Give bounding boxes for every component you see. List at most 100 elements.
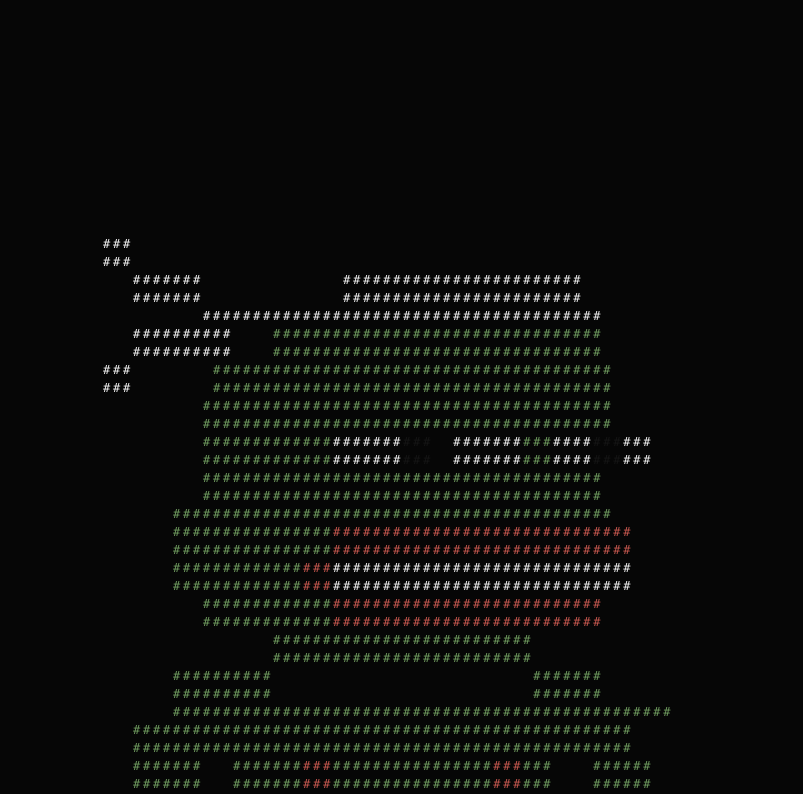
terminal-glyph-run: #######	[133, 273, 204, 287]
terminal-glyph-run: ###	[103, 381, 134, 395]
terminal-glyph-run: #################################	[273, 345, 604, 359]
terminal-line: ### ####################################…	[103, 361, 673, 379]
terminal-gap	[103, 525, 173, 539]
terminal-output: ### ### ####### ######################## …	[103, 235, 673, 793]
terminal-gap	[133, 381, 213, 395]
terminal-glyph-run: #######	[133, 291, 204, 305]
terminal-gap	[103, 399, 203, 413]
terminal-glyph-run: ########################################	[203, 471, 604, 485]
terminal-line: ########################################…	[103, 703, 673, 721]
terminal-glyph-run: ###	[523, 435, 554, 449]
terminal-line: ########################################	[103, 595, 673, 613]
terminal-gap	[103, 417, 203, 431]
terminal-glyph-run: #######	[533, 669, 604, 683]
terminal-line: ###	[103, 253, 673, 271]
terminal-gap	[433, 435, 453, 449]
terminal-line: ########################################…	[103, 397, 673, 415]
terminal-glyph-run: ########################################…	[173, 507, 614, 521]
terminal-glyph-run: ##########	[133, 345, 234, 359]
terminal-line: ########################################	[103, 613, 673, 631]
terminal-line: ########################################…	[103, 739, 673, 757]
terminal-glyph-run: ##############################	[333, 525, 634, 539]
terminal-gap	[103, 651, 273, 665]
terminal-line: ####### ################################…	[103, 775, 673, 793]
terminal-glyph-run: ########################################	[213, 363, 614, 377]
terminal-glyph-run: #######	[453, 435, 524, 449]
terminal-line: ########## #############################…	[103, 343, 673, 361]
terminal-line: ########## #######	[103, 667, 673, 685]
terminal-gap	[103, 723, 133, 737]
terminal-glyph-run: ##########	[133, 327, 234, 341]
terminal-glyph-run: ###	[623, 435, 654, 449]
terminal-glyph-run: ########################	[343, 291, 584, 305]
terminal-glyph-run: ###	[523, 759, 554, 773]
terminal-gap	[273, 669, 533, 683]
terminal-glyph-run: ####	[553, 453, 594, 467]
terminal-gap	[103, 597, 203, 611]
terminal-gap	[203, 291, 343, 305]
terminal-glyph-run: #######	[133, 759, 204, 773]
terminal-glyph-run: ##########################	[273, 651, 534, 665]
terminal-gap	[103, 705, 173, 719]
terminal-glyph-run: #######	[233, 777, 304, 791]
terminal-gap	[103, 327, 133, 341]
terminal-glyph-run: #######	[333, 453, 404, 467]
terminal-glyph-run: #############	[173, 579, 304, 593]
terminal-glyph-run: #############	[203, 597, 334, 611]
terminal-glyph-run: #############	[203, 453, 334, 467]
terminal-glyph-run: #######	[333, 435, 404, 449]
terminal-gap	[203, 273, 343, 287]
terminal-glyph-run: ######	[593, 777, 654, 791]
terminal-glyph-run: ##############################	[333, 561, 634, 575]
terminal-glyph-run: ##########################	[273, 633, 534, 647]
terminal-glyph-run: #############	[203, 615, 334, 629]
terminal-glyph-run: ########################################…	[203, 417, 614, 431]
terminal-glyph-run: #######	[533, 687, 604, 701]
terminal-line: ########################################…	[103, 523, 673, 541]
terminal-glyph-run: ########################################…	[203, 399, 614, 413]
terminal-line: ########################################	[103, 307, 673, 325]
terminal-glyph-run: ###	[403, 453, 434, 467]
terminal-glyph-run: ###	[103, 255, 134, 269]
terminal-glyph-run: ###	[303, 579, 334, 593]
terminal-gap	[103, 471, 203, 485]
terminal-line: ########################################…	[103, 559, 673, 577]
terminal-gap	[233, 327, 273, 341]
terminal-glyph-run: ###	[103, 237, 134, 251]
terminal-glyph-run: #################################	[273, 327, 604, 341]
terminal-gap	[103, 669, 173, 683]
terminal-line: ########## #############################…	[103, 325, 673, 343]
terminal-glyph-run: ###########################	[333, 597, 604, 611]
terminal-gap	[203, 759, 233, 773]
terminal-glyph-run: #############	[173, 561, 304, 575]
terminal-glyph-run: ####	[553, 435, 594, 449]
terminal-gap	[103, 273, 133, 287]
terminal-glyph-run: ###	[403, 435, 434, 449]
terminal-glyph-run: ###	[493, 759, 524, 773]
terminal-glyph-run: ###	[593, 453, 624, 467]
terminal-line: ####################### ################…	[103, 451, 673, 469]
terminal-gap	[103, 453, 203, 467]
terminal-line: ##########################	[103, 631, 673, 649]
terminal-line: ########## #######	[103, 685, 673, 703]
terminal-gap	[103, 687, 173, 701]
terminal-gap	[103, 435, 203, 449]
terminal-gap	[133, 363, 213, 377]
terminal-glyph-run: ########################################…	[133, 723, 634, 737]
terminal-glyph-run: #######	[233, 759, 304, 773]
terminal-gap	[203, 777, 233, 791]
terminal-line: ########################################…	[103, 541, 673, 559]
terminal-line: ########################################	[103, 487, 673, 505]
terminal-glyph-run: ########################################	[213, 381, 614, 395]
terminal-gap	[553, 759, 593, 773]
terminal-line: ### ####################################…	[103, 379, 673, 397]
terminal-glyph-run: ###	[623, 453, 654, 467]
terminal-glyph-run: #######	[133, 777, 204, 791]
terminal-gap	[103, 309, 203, 323]
terminal-glyph-run: ################	[333, 759, 494, 773]
terminal-line: ####### ########################	[103, 271, 673, 289]
terminal-gap	[103, 579, 173, 593]
terminal-line: ########################################	[103, 469, 673, 487]
terminal-gap	[103, 615, 203, 629]
terminal-gap	[233, 345, 273, 359]
